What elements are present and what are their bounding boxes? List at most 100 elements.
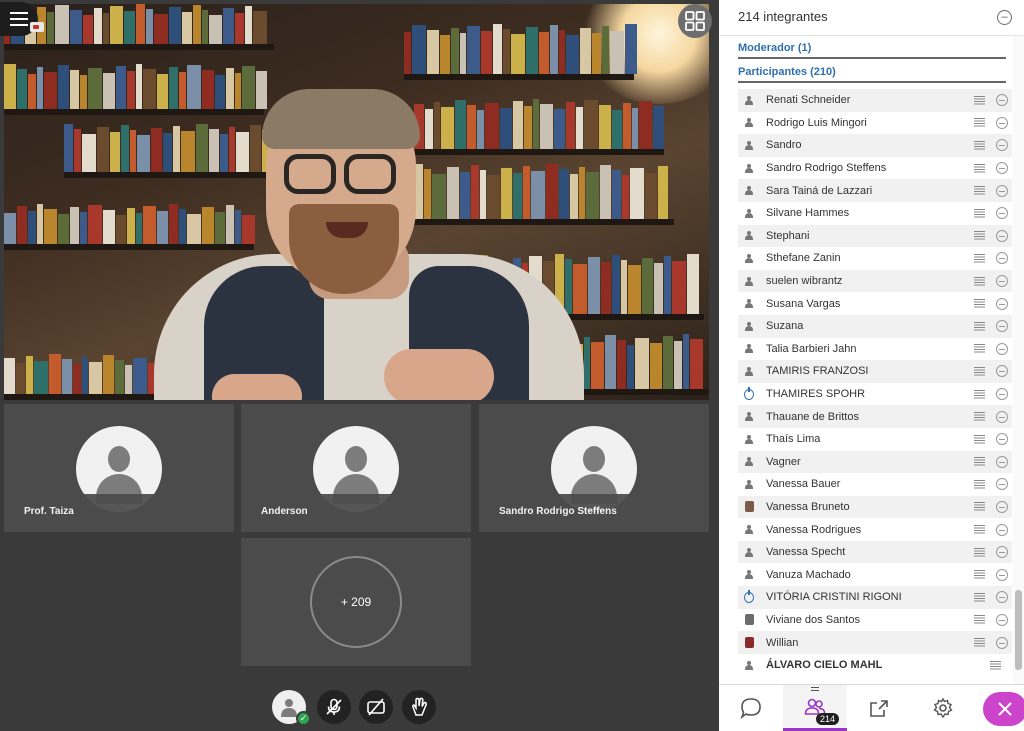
- more-participants-tile[interactable]: + 209: [241, 538, 471, 666]
- more-options-icon[interactable]: [996, 342, 1008, 355]
- book: [182, 12, 192, 44]
- participant-name: Sara Tainá de Lazzari: [766, 184, 873, 197]
- more-options-icon[interactable]: [996, 455, 1008, 468]
- book: [256, 71, 267, 109]
- book: [80, 212, 87, 244]
- participant-name: Stephani: [766, 229, 810, 242]
- participants-section-header[interactable]: Participantes (210): [738, 66, 1006, 83]
- more-options-icon[interactable]: [996, 229, 1008, 242]
- microphone-icon: [974, 638, 985, 648]
- raise-hand-icon[interactable]: [402, 690, 436, 724]
- participant-row[interactable]: suelen wibrantz: [738, 269, 1012, 293]
- moderators-section-header[interactable]: Moderador (1): [738, 42, 1006, 59]
- participant-tile[interactable]: Anderson: [241, 404, 471, 532]
- participant-row[interactable]: Vanessa Specht: [738, 540, 1012, 564]
- participant-row[interactable]: VITÓRIA CRISTINI RIGONI: [738, 586, 1012, 609]
- book: [601, 262, 611, 314]
- more-options-icon[interactable]: [996, 546, 1008, 559]
- scrollbar-track[interactable]: [1013, 36, 1024, 684]
- share-icon[interactable]: [847, 685, 911, 731]
- more-options-icon[interactable]: [996, 500, 1008, 513]
- book: [169, 7, 181, 44]
- shelf-board: [414, 149, 664, 155]
- book: [179, 209, 186, 244]
- participant-name: Vanessa Bruneto: [766, 500, 850, 513]
- participant-row[interactable]: Renati Schneider: [738, 89, 1012, 112]
- minus-circle-icon[interactable]: –: [997, 10, 1012, 25]
- participant-row[interactable]: Thauane de Brittos: [738, 405, 1012, 428]
- participant-tile[interactable]: Sandro Rodrigo Steffens: [479, 404, 709, 532]
- participant-row[interactable]: Silvane Hammes: [738, 202, 1012, 225]
- participant-tile[interactable]: Prof. Taiza: [4, 404, 234, 532]
- chat-bubble-icon[interactable]: [719, 685, 783, 731]
- participant-row[interactable]: ÁLVARO CIELO MAHL: [738, 653, 1012, 677]
- gear-icon[interactable]: [911, 685, 975, 731]
- person-icon: [744, 479, 754, 489]
- more-options-icon[interactable]: [996, 365, 1008, 378]
- more-options-icon[interactable]: [996, 636, 1008, 649]
- microphone-icon: [974, 525, 985, 535]
- more-options-icon[interactable]: [996, 613, 1008, 626]
- more-options-icon[interactable]: [996, 591, 1008, 604]
- more-options-icon[interactable]: [996, 410, 1008, 423]
- book: [599, 105, 611, 149]
- more-options-icon[interactable]: [996, 388, 1008, 401]
- participant-row[interactable]: Vanessa Bruneto: [738, 495, 1012, 519]
- participant-name: Willian: [766, 636, 799, 649]
- participant-name: Silvane Hammes: [766, 207, 850, 220]
- more-options-icon[interactable]: [996, 478, 1008, 491]
- more-options-icon[interactable]: [996, 568, 1008, 581]
- book: [110, 132, 120, 172]
- more-options-icon[interactable]: [996, 94, 1008, 107]
- more-options-icon[interactable]: [996, 252, 1008, 265]
- participant-row[interactable]: Thaís Lima: [738, 428, 1012, 451]
- participant-row[interactable]: Susana Vargas: [738, 292, 1012, 315]
- book: [88, 205, 102, 244]
- more-options-icon[interactable]: [996, 116, 1008, 129]
- participant-row[interactable]: Vanessa Bauer: [738, 473, 1012, 496]
- people-count-badge: 214: [816, 713, 840, 725]
- camera-off-icon[interactable]: [359, 690, 393, 724]
- participant-row[interactable]: TAMIRIS FRANZOSI: [738, 360, 1012, 383]
- person-icon: [744, 434, 754, 444]
- microphone-icon: [974, 344, 985, 354]
- book: [154, 14, 168, 44]
- microphone-icon: [974, 479, 985, 489]
- more-options-icon[interactable]: [996, 523, 1008, 536]
- participant-row[interactable]: Sthefane Zanin: [738, 247, 1012, 270]
- participant-row[interactable]: Talia Barbieri Jahn: [738, 338, 1012, 361]
- microphone-off-icon[interactable]: [317, 690, 351, 724]
- more-options-icon[interactable]: [996, 297, 1008, 310]
- scrollbar-thumb[interactable]: [1015, 590, 1022, 670]
- close-icon[interactable]: [983, 692, 1024, 726]
- participant-row[interactable]: Vanessa Rodrigues: [738, 518, 1012, 541]
- participant-row[interactable]: Vagner: [738, 450, 1012, 474]
- more-options-icon[interactable]: [996, 162, 1008, 175]
- more-options-icon[interactable]: [996, 207, 1008, 220]
- participant-row[interactable]: Vanuza Machado: [738, 563, 1012, 586]
- participant-row[interactable]: Sandro Rodrigo Steffens: [738, 157, 1012, 180]
- participant-row[interactable]: Suzana: [738, 314, 1012, 338]
- book: [55, 5, 69, 44]
- more-options-icon[interactable]: [996, 275, 1008, 288]
- participant-row[interactable]: THAMIRES SPOHR: [738, 383, 1012, 406]
- people-icon[interactable]: 214: [783, 685, 847, 731]
- participant-row[interactable]: Viviane dos Santos: [738, 609, 1012, 632]
- participants-panel: 214 integrantes – Moderador (1) Particip…: [719, 0, 1024, 731]
- book: [80, 75, 87, 109]
- book: [136, 64, 142, 109]
- more-options-icon[interactable]: [996, 139, 1008, 152]
- book: [471, 165, 479, 219]
- more-options-icon[interactable]: [996, 184, 1008, 197]
- book: [187, 65, 201, 109]
- participant-row[interactable]: Willian: [738, 631, 1012, 654]
- participant-row[interactable]: Sara Tainá de Lazzari: [738, 179, 1012, 202]
- participant-row[interactable]: Sandro: [738, 134, 1012, 157]
- book: [628, 265, 641, 314]
- more-options-icon[interactable]: [996, 320, 1008, 333]
- more-options-icon[interactable]: [996, 433, 1008, 446]
- participant-row[interactable]: Rodrigo Luis Mingori: [738, 112, 1012, 135]
- book: [579, 167, 585, 219]
- grid-layout-icon[interactable]: [678, 4, 712, 38]
- participant-row[interactable]: Stephani: [738, 224, 1012, 248]
